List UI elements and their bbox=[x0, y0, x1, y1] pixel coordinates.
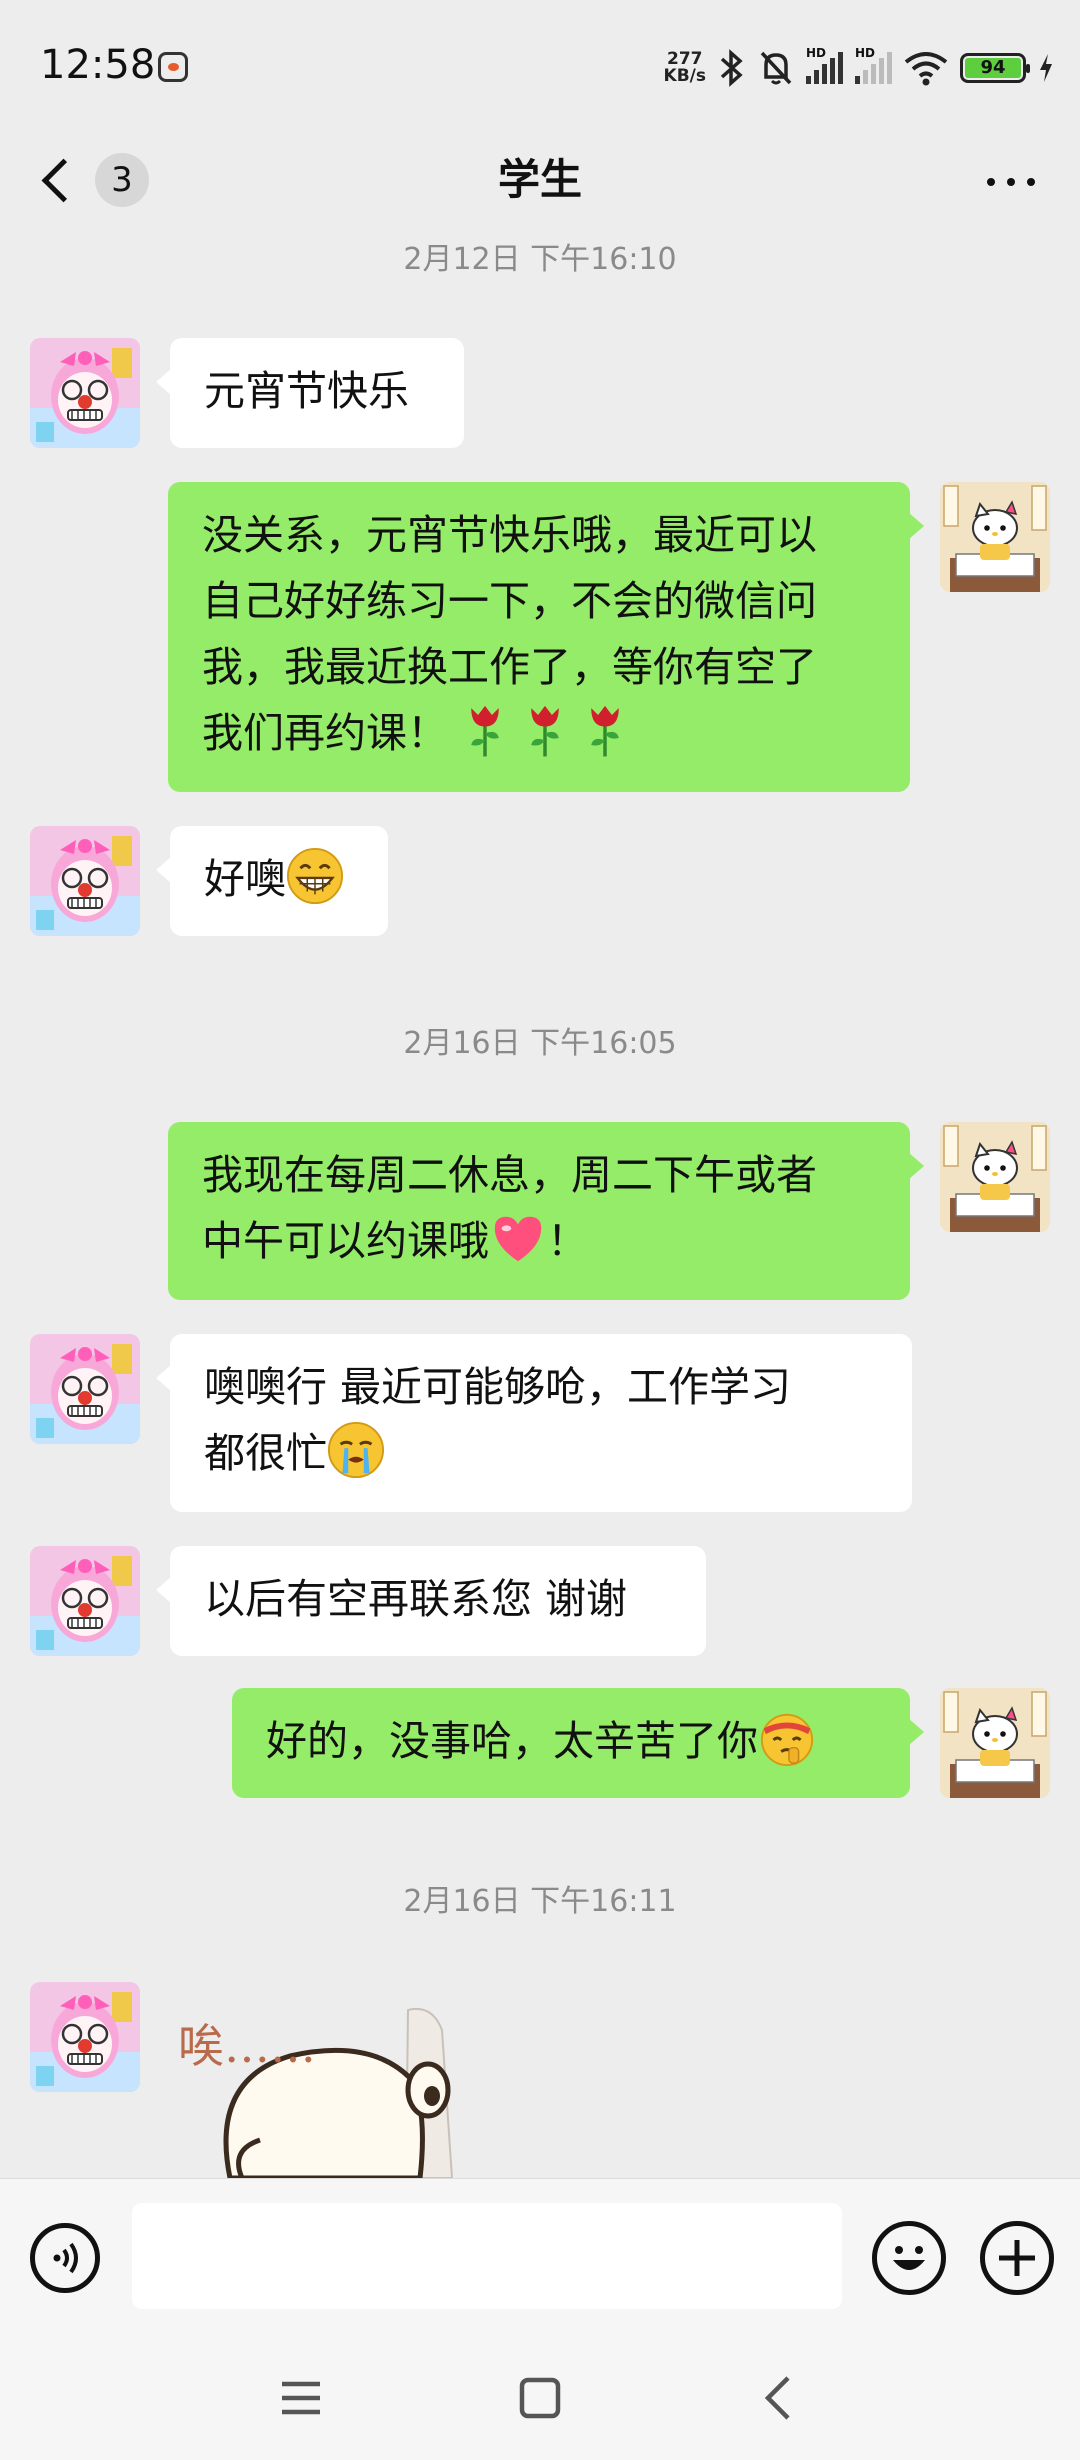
message-timestamp: 2月16日 下午16:05 bbox=[403, 1026, 677, 1061]
app-notification-icon bbox=[158, 52, 188, 82]
voice-input-button[interactable] bbox=[30, 2223, 100, 2293]
plus-icon bbox=[999, 2240, 1035, 2276]
menu-icon[interactable] bbox=[280, 2378, 322, 2418]
emoji-button[interactable] bbox=[872, 2221, 946, 2295]
message-text-line: 自己好好练习一下，不会的微信问 bbox=[202, 577, 817, 625]
message-text-line: 我，我最近换工作了，等你有空了 bbox=[202, 643, 817, 691]
message-bubble-outgoing[interactable]: 没关系，元宵节快乐哦，最近可以 自己好好练习一下，不会的微信问 我，我最近换工作… bbox=[168, 482, 924, 792]
home-icon[interactable] bbox=[518, 2376, 562, 2420]
rose-emoji-icon bbox=[582, 701, 628, 759]
signal-icon: HD bbox=[855, 46, 892, 84]
grinning-face-emoji-icon bbox=[286, 847, 344, 905]
message-timestamp: 2月12日 下午16:10 bbox=[403, 242, 677, 277]
contact-avatar[interactable] bbox=[30, 1334, 140, 1444]
status-bar: 12:58 277 KB/s HD HD 94 bbox=[0, 0, 1080, 130]
voice-wave-icon bbox=[53, 2242, 78, 2274]
more-functions-button[interactable] bbox=[980, 2221, 1054, 2295]
more-dot-icon bbox=[987, 178, 995, 186]
wifi-icon bbox=[904, 52, 948, 86]
message-bubble-incoming[interactable]: 以后有空再联系您 谢谢 bbox=[156, 1546, 706, 1656]
message-text-line: 都很忙 bbox=[204, 1429, 327, 1477]
message-text-line: 我现在每周二休息，周二下午或者 bbox=[202, 1151, 817, 1199]
signal-hd-label: HD bbox=[806, 46, 827, 60]
chevron-left-icon bbox=[41, 158, 86, 202]
sticker-message[interactable]: 唉…… bbox=[170, 1990, 500, 2178]
crying-face-emoji-icon bbox=[327, 1421, 385, 1479]
battery-level: 94 bbox=[965, 58, 1021, 78]
charging-icon bbox=[1040, 54, 1052, 82]
signal-icon: HD bbox=[806, 46, 843, 84]
back-button[interactable]: 3 bbox=[34, 144, 154, 216]
contact-avatar[interactable] bbox=[30, 1546, 140, 1656]
chat-header: 学生 3 bbox=[0, 130, 1080, 230]
more-dot-icon bbox=[1007, 178, 1015, 186]
chat-message-list[interactable]: 2月12日 下午16:10 元宵节快乐 没关系，元宵节快乐哦，最近可以 自己好好… bbox=[0, 230, 1080, 2178]
contact-avatar[interactable] bbox=[30, 338, 140, 448]
shushing-face-emoji-icon bbox=[758, 1709, 816, 1767]
message-text-tail: ！ bbox=[547, 1217, 588, 1265]
rose-emoji-icon bbox=[522, 701, 568, 759]
message-timestamp: 2月16日 下午16:11 bbox=[403, 1884, 677, 1919]
rose-emoji-icon bbox=[462, 701, 508, 759]
message-text-line: 我们再约课！ bbox=[202, 709, 448, 757]
message-text: 元宵节快乐 bbox=[204, 367, 409, 415]
unread-count-badge: 3 bbox=[95, 153, 149, 207]
message-input[interactable] bbox=[132, 2203, 842, 2309]
clock: 12:58 bbox=[40, 42, 156, 88]
my-avatar[interactable] bbox=[940, 482, 1050, 592]
message-text: 好的，没事哈，太辛苦了你 bbox=[266, 1717, 758, 1765]
status-icons: 277 KB/s HD HD 94 bbox=[664, 46, 1054, 90]
system-navigation-bar bbox=[0, 2338, 1080, 2460]
bluetooth-icon bbox=[720, 49, 743, 87]
my-avatar[interactable] bbox=[940, 1688, 1050, 1798]
contact-avatar[interactable] bbox=[30, 1982, 140, 2092]
signal-hd-label: HD bbox=[855, 46, 876, 60]
message-text: 好噢 bbox=[204, 855, 286, 903]
more-dot-icon bbox=[1027, 178, 1035, 186]
back-icon[interactable] bbox=[760, 2374, 794, 2422]
more-options-button[interactable] bbox=[976, 162, 1046, 202]
my-avatar[interactable] bbox=[940, 1122, 1050, 1232]
message-input-bar bbox=[0, 2178, 1080, 2339]
network-speed: 277 KB/s bbox=[664, 51, 706, 85]
heart-emoji-icon bbox=[489, 1209, 547, 1267]
message-bubble-incoming[interactable]: 噢噢行 最近可能够呛，工作学习 都很忙 bbox=[156, 1334, 912, 1512]
contact-avatar[interactable] bbox=[30, 826, 140, 936]
message-text-line: 没关系，元宵节快乐哦，最近可以 bbox=[202, 511, 817, 559]
sticker-caption: 唉…… bbox=[178, 2019, 316, 2073]
page-title: 学生 bbox=[497, 155, 582, 204]
message-text-line: 噢噢行 最近可能够呛，工作学习 bbox=[204, 1363, 792, 1411]
network-speed-unit: KB/s bbox=[663, 66, 706, 86]
message-bubble-outgoing[interactable]: 我现在每周二休息，周二下午或者 中午可以约课哦 ！ bbox=[168, 1122, 924, 1300]
battery-icon: 94 bbox=[960, 53, 1030, 83]
message-bubble-incoming[interactable]: 好噢 bbox=[156, 826, 388, 936]
mute-bell-icon bbox=[760, 51, 792, 85]
message-bubble-outgoing[interactable]: 好的，没事哈，太辛苦了你 bbox=[232, 1688, 924, 1798]
message-text: 以后有空再联系您 谢谢 bbox=[204, 1575, 628, 1623]
smiley-icon bbox=[893, 2246, 925, 2270]
message-bubble-incoming[interactable]: 元宵节快乐 bbox=[156, 338, 464, 448]
message-text-line: 中午可以约课哦 bbox=[202, 1217, 489, 1265]
